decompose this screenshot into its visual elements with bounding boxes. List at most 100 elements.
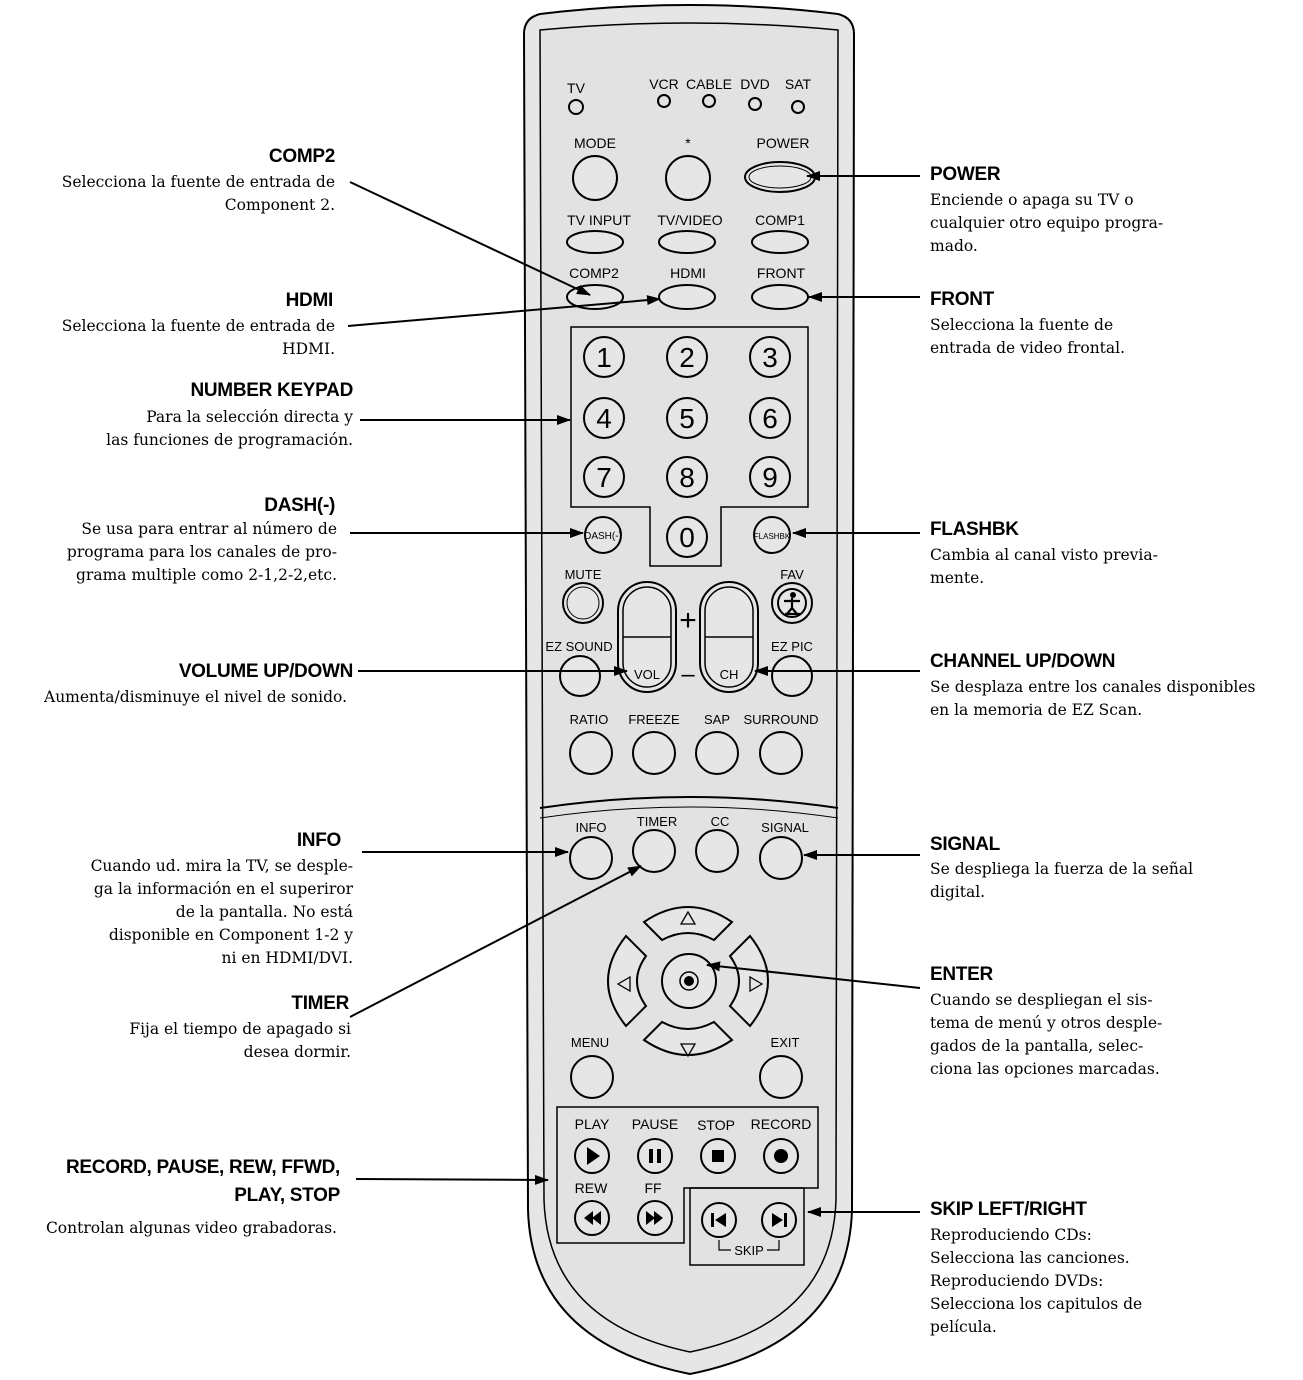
mode-label-cable: CABLE (686, 76, 732, 92)
freeze-button[interactable] (632, 731, 676, 775)
digit-2-label: 2 (679, 342, 695, 373)
hdmi-callout-desc: Selecciona la fuente de entrada de HDMI. (61, 317, 335, 358)
info-button[interactable] (569, 836, 613, 880)
dash-callout-title: DASH(-) (264, 495, 335, 516)
number-keypad-callout-title: NUMBER KEYPAD (190, 380, 353, 401)
menu-label: MENU (571, 1035, 609, 1050)
digit-4-label: 4 (596, 403, 612, 434)
plus-sign: + (679, 604, 697, 637)
ez-sound-label: EZ SOUND (545, 639, 612, 654)
channel-callout-title: CHANNEL UP/DOWN (930, 651, 1116, 672)
flashbk-callout-desc: Cambia al canal visto previa- mente. (930, 546, 1158, 587)
pause-button[interactable] (637, 1138, 673, 1174)
hdmi-button[interactable] (658, 284, 716, 310)
hdmi-callout-title: HDMI (285, 290, 334, 311)
signal-callout-desc: Se despliega la fuerza de la señal digit… (930, 860, 1194, 901)
timer-callout-desc: Fija el tiempo de apagado si desea dormi… (129, 1020, 351, 1061)
star-label: * (685, 135, 691, 151)
signal-label: SIGNAL (761, 820, 809, 835)
skip-left-icon (711, 1213, 714, 1227)
record-callout-title: RECORD, PAUSE, REW, FFWD, PLAY, STOP (66, 1157, 340, 1206)
mute-label: MUTE (565, 567, 602, 582)
dash-callout-desc: Se usa para entrar al número de programa… (66, 520, 337, 584)
skip-callout-title: SKIP LEFT/RIGHT (930, 1199, 1087, 1220)
exit-label: EXIT (771, 1035, 800, 1050)
mode-label-tv: TV (567, 80, 586, 96)
star-button[interactable] (665, 155, 711, 201)
freeze-label: FREEZE (628, 712, 680, 727)
info-callout-desc: Cuando ud. mira la TV, se desple- ga la … (90, 857, 353, 967)
ez-pic-label: EZ PIC (771, 639, 813, 654)
timer-button[interactable] (632, 829, 676, 873)
timer-callout-title: TIMER (291, 993, 349, 1014)
rew-label: REW (575, 1180, 608, 1196)
timer-label: TIMER (637, 814, 677, 829)
info-label: INFO (575, 820, 606, 835)
skip-callout-desc: Reproduciendo CDs: Selecciona las cancio… (930, 1226, 1143, 1336)
info-callout-title: INFO (296, 830, 341, 851)
surround-button[interactable] (759, 731, 803, 775)
sap-button[interactable] (695, 731, 739, 775)
tv-video-label: TV/VIDEO (657, 212, 722, 228)
mode-button[interactable] (572, 155, 618, 201)
enter-callout-title: ENTER (930, 964, 993, 985)
sap-label: SAP (704, 712, 730, 727)
power-callout-title: POWER (930, 164, 1001, 185)
digit-5-label: 5 (679, 403, 695, 434)
comp1-button[interactable] (751, 230, 809, 254)
record-callout-desc: Controlan algunas video grabadoras. (45, 1219, 337, 1237)
comp2-callout-title: COMP2 (268, 146, 335, 167)
mode-label-dvd: DVD (740, 76, 770, 92)
dash-label: DASH(-) (584, 531, 622, 542)
power-label: POWER (757, 135, 810, 151)
ez-pic-button[interactable] (771, 655, 813, 697)
cc-label: CC (711, 814, 730, 829)
skip-label: SKIP (734, 1243, 764, 1258)
pause-icon (649, 1149, 653, 1163)
mode-label-sat: SAT (785, 76, 812, 92)
comp2-label: COMP2 (569, 265, 619, 281)
fav-label: FAV (780, 567, 804, 582)
remote-diagram: TV VCR CABLE DVD SAT MODE * POWER TV INP… (0, 0, 1303, 1380)
flashbk-label: FLASHBK (754, 532, 791, 541)
digit-3-label: 3 (762, 342, 778, 373)
volume-callout-title: VOLUME UP/DOWN (178, 661, 353, 682)
flashbk-callout-title: FLASHBK (930, 519, 1019, 540)
record-label: RECORD (751, 1116, 812, 1132)
signal-callout-title: SIGNAL (930, 834, 1000, 855)
digit-1-label: 1 (596, 342, 612, 373)
stop-label: STOP (697, 1117, 735, 1133)
ez-sound-button[interactable] (559, 655, 601, 697)
enter-callout-desc: Cuando se despliegan el sis- tema de men… (930, 991, 1163, 1078)
signal-button[interactable] (759, 836, 803, 880)
arrow-record (355, 1174, 549, 1185)
cc-button[interactable] (695, 829, 739, 873)
digit-0-label: 0 (679, 522, 695, 553)
pause-label: PAUSE (632, 1116, 678, 1132)
digit-7-label: 7 (596, 462, 612, 493)
tv-video-button[interactable] (658, 230, 716, 254)
digit-6-label: 6 (762, 403, 778, 434)
volume-callout-desc: Aumenta/disminuye el nivel de sonido. (44, 688, 347, 706)
tv-input-button[interactable] (566, 230, 624, 254)
mode-label-vcr: VCR (649, 76, 679, 92)
tv-input-label: TV INPUT (567, 212, 631, 228)
front-callout-desc: Selecciona la fuente de entrada de video… (930, 316, 1126, 357)
front-callout-title: FRONT (930, 289, 994, 310)
ratio-label: RATIO (570, 712, 609, 727)
mute-button[interactable] (562, 582, 604, 624)
ratio-button[interactable] (569, 731, 613, 775)
exit-button[interactable] (759, 1055, 803, 1099)
front-label: FRONT (757, 265, 806, 281)
front-button[interactable] (751, 284, 809, 310)
vol-label: VOL (634, 667, 660, 682)
menu-button[interactable] (570, 1055, 614, 1099)
comp2-callout-desc: Selecciona la fuente de entrada de Compo… (61, 173, 335, 214)
digit-9-label: 9 (762, 462, 778, 493)
stop-icon (712, 1150, 724, 1162)
minus-sign: – (681, 661, 695, 688)
mode-label: MODE (574, 135, 616, 151)
hdmi-label: HDMI (670, 265, 706, 281)
surround-label: SURROUND (743, 712, 818, 727)
play-label: PLAY (575, 1116, 610, 1132)
